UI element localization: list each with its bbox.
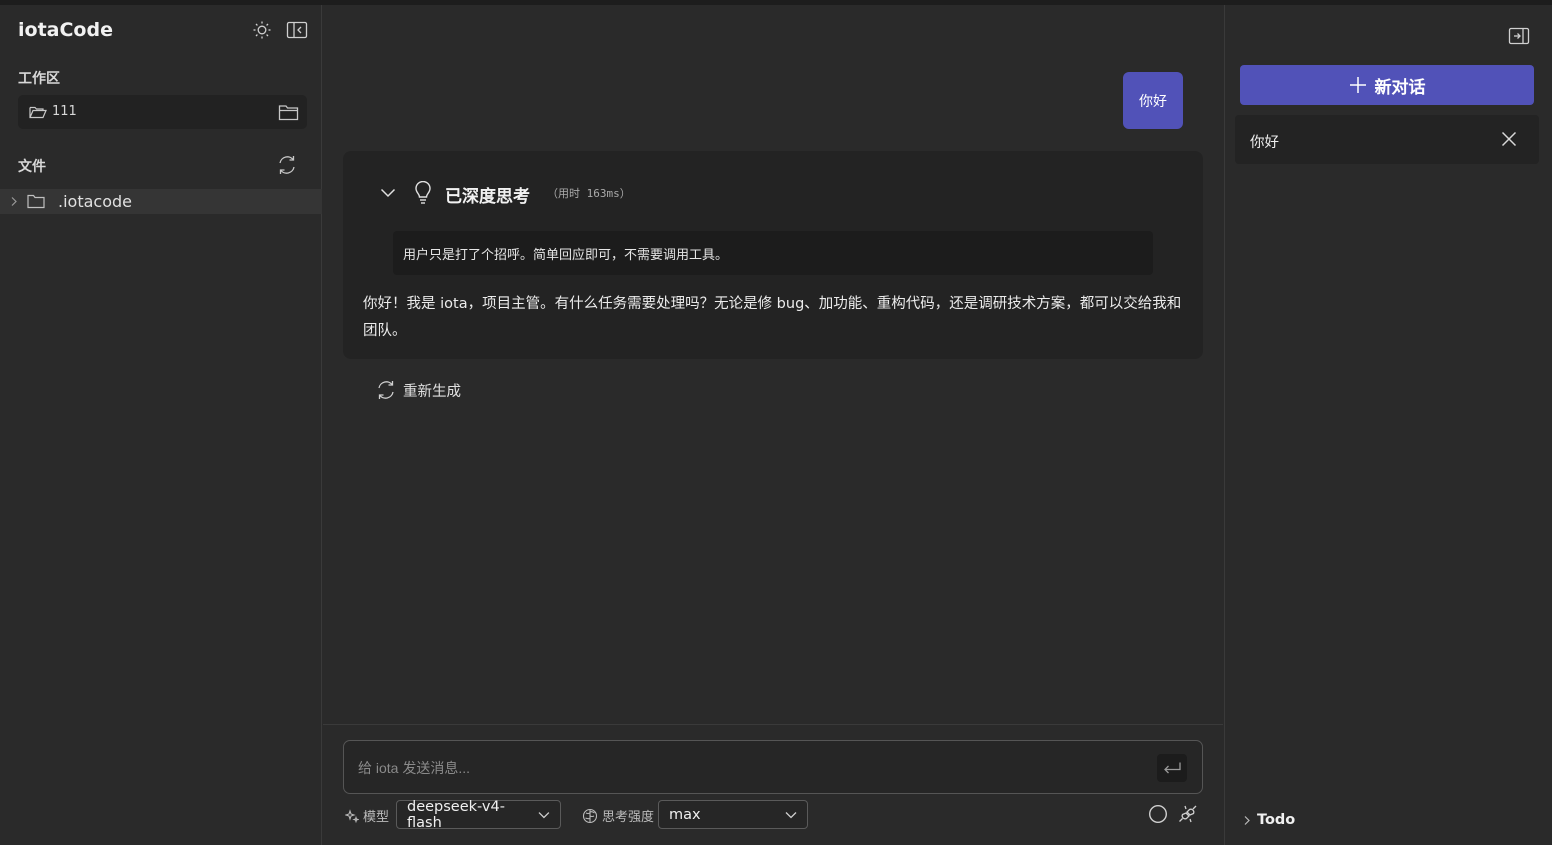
thinking-title: 已深度思考 xyxy=(445,187,530,207)
collapse-sidebar-icon xyxy=(286,21,308,39)
effort-label: 思考强度 xyxy=(582,806,654,825)
assistant-reply-text: 你好！我是 iota，项目主管。有什么任务需要处理吗？无论是修 bug、加功能、… xyxy=(363,296,1182,339)
todo-section-toggle[interactable]: Todo xyxy=(1243,812,1295,828)
chevron-right-icon xyxy=(11,197,17,206)
thinking-content: 用户只是打了个招呼。简单回应即可，不需要调用工具。 xyxy=(403,248,729,263)
regenerate-button[interactable]: 重新生成 xyxy=(375,377,461,403)
plus-icon xyxy=(1349,77,1366,93)
close-icon xyxy=(1501,131,1517,147)
plug-icon xyxy=(1179,805,1197,823)
assistant-reply-card: 已深度思考 （用时 163ms） 用户只是打了个招呼。简单回应即可，不需要调用工… xyxy=(343,151,1203,359)
chevron-down-icon xyxy=(785,811,797,818)
folder-open-icon xyxy=(29,106,47,119)
input-divider xyxy=(323,724,1223,725)
chat-area: 你好 已深度思考 （用时 163ms） 用户只是打了个招呼。简单回应即可，不需要… xyxy=(323,5,1223,845)
tree-item-label: .iotacode xyxy=(58,192,132,211)
model-label-text: 模型 xyxy=(363,810,390,825)
refresh-icon xyxy=(378,381,394,399)
connection-button[interactable] xyxy=(1177,803,1199,825)
todo-label: Todo xyxy=(1257,812,1296,828)
tree-item-iotacode[interactable]: .iotacode xyxy=(0,189,322,214)
brain-icon xyxy=(582,808,598,823)
expand-panel-button[interactable] xyxy=(1507,25,1531,47)
conversation-title: 你好 xyxy=(1250,135,1279,151)
folder-icon xyxy=(27,194,45,209)
folder-icon xyxy=(278,104,298,120)
effort-label-text: 思考强度 xyxy=(602,810,655,825)
toggle-thinking-button[interactable] xyxy=(377,183,399,203)
chevron-right-icon xyxy=(1244,815,1250,825)
model-select-value: deepseek-v4-flash xyxy=(407,798,505,831)
workspace-name: 111 xyxy=(52,104,77,119)
refresh-files-button[interactable] xyxy=(275,153,299,177)
sun-icon xyxy=(253,21,271,39)
circle-icon xyxy=(1148,804,1168,824)
chevron-down-icon xyxy=(538,811,550,818)
workspace-selector[interactable]: 111 xyxy=(18,95,307,129)
regenerate-label: 重新生成 xyxy=(403,383,461,400)
thinking-duration: （用时 163ms） xyxy=(547,187,631,200)
open-folder-button[interactable] xyxy=(276,101,300,123)
model-label: 模型 xyxy=(345,806,389,825)
theme-toggle-button[interactable] xyxy=(250,19,274,41)
message-input[interactable] xyxy=(358,756,1138,780)
conversation-item[interactable]: 你好 xyxy=(1235,115,1539,164)
model-select[interactable]: deepseek-v4-flash xyxy=(396,798,561,831)
effort-select-value: max xyxy=(669,806,701,823)
effort-select[interactable]: max xyxy=(658,800,808,829)
collapse-sidebar-button[interactable] xyxy=(285,19,309,41)
sparkle-icon xyxy=(345,808,359,823)
right-sidebar: 新对话 你好 Todo xyxy=(1224,5,1552,845)
chevron-down-icon xyxy=(380,188,396,198)
new-chat-button[interactable]: 新对话 xyxy=(1240,65,1534,105)
workspace-section-label: 工作区 xyxy=(18,71,60,87)
enter-icon xyxy=(1164,762,1181,774)
files-section-label: 文件 xyxy=(18,159,46,175)
refresh-icon xyxy=(279,156,295,174)
send-button[interactable] xyxy=(1157,754,1187,782)
message-composer xyxy=(343,740,1203,794)
thinking-content-box: 用户只是打了个招呼。简单回应即可，不需要调用工具。 xyxy=(393,231,1153,275)
user-message-bubble: 你好 xyxy=(1123,72,1183,129)
lightbulb-icon xyxy=(415,181,431,204)
app-title: iotaCode xyxy=(18,19,113,41)
left-sidebar: iotaCode 工作区 111 文件 .iotacode xyxy=(0,5,322,845)
status-indicator[interactable] xyxy=(1147,803,1169,825)
delete-conversation-button[interactable] xyxy=(1499,129,1519,149)
expand-panel-icon xyxy=(1508,27,1530,45)
new-chat-label: 新对话 xyxy=(1374,77,1426,98)
